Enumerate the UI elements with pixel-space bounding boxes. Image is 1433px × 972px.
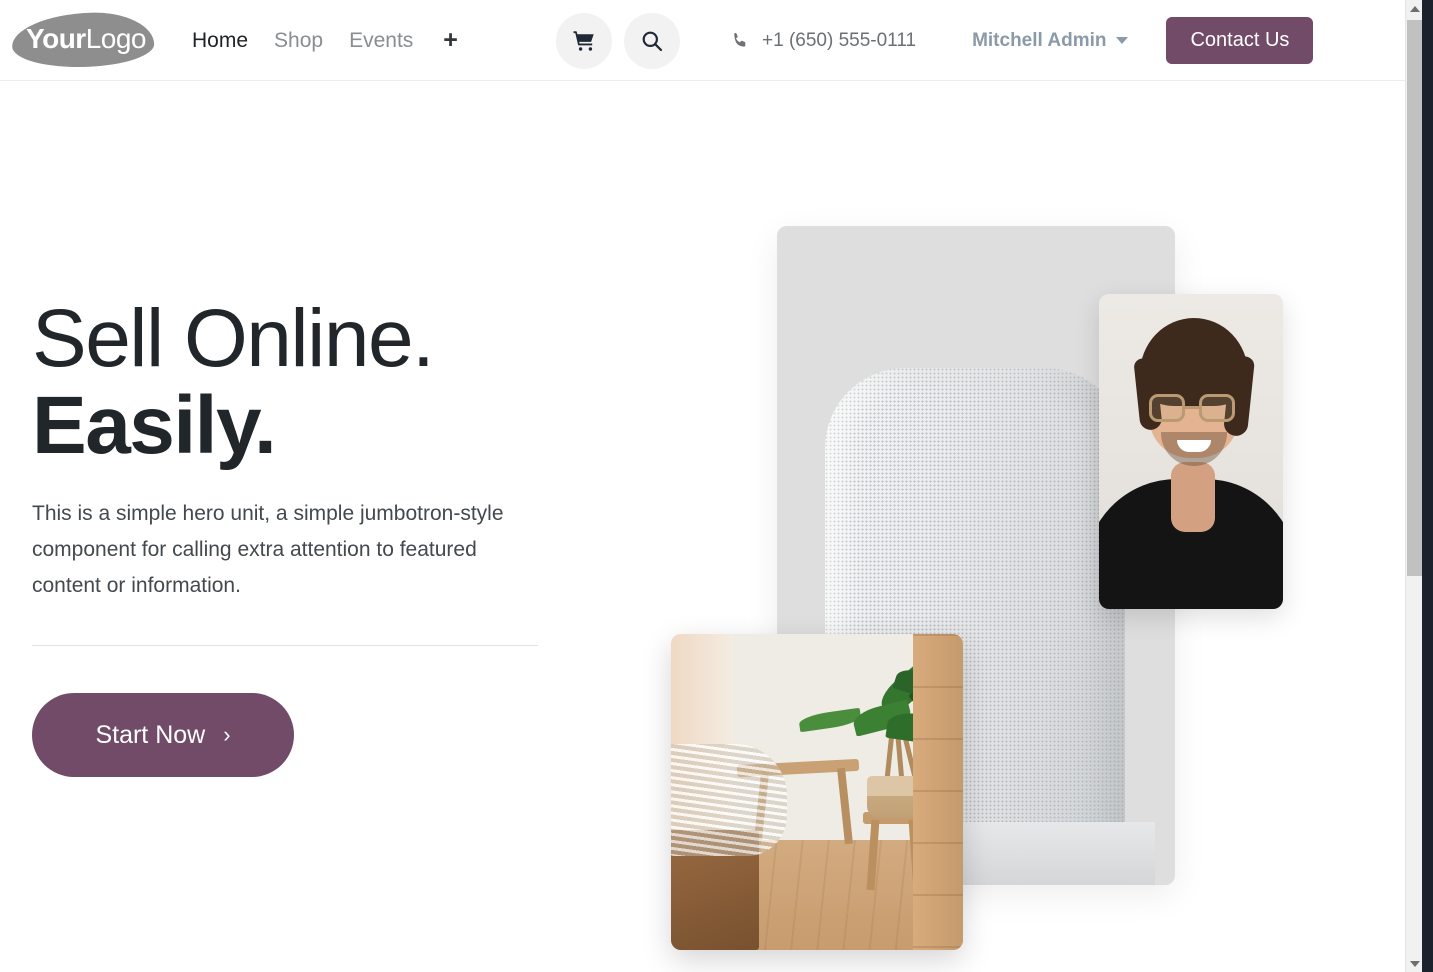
main-navigation: Home Shop Events + xyxy=(192,0,458,81)
start-now-button[interactable]: Start Now › xyxy=(32,693,294,777)
portrait-glasses-left xyxy=(1149,394,1185,422)
portrait-neck xyxy=(1171,462,1215,532)
logo-text-primary: Your xyxy=(26,23,86,54)
bedroom-wood-panel xyxy=(913,634,963,950)
vertical-scrollbar[interactable] xyxy=(1405,0,1423,972)
phone-icon xyxy=(730,31,750,51)
nav-item-shop[interactable]: Shop xyxy=(274,30,323,51)
phone-link[interactable]: +1 (650) 555-0111 xyxy=(730,30,916,52)
scroll-up-button[interactable] xyxy=(1406,0,1423,17)
hero-heading-line-2: Easily. xyxy=(32,379,277,471)
nav-item-home[interactable]: Home xyxy=(192,30,248,51)
add-page-button[interactable]: + xyxy=(443,28,458,53)
contact-us-button[interactable]: Contact Us xyxy=(1166,17,1314,64)
cart-button[interactable] xyxy=(556,12,612,69)
chevron-down-icon xyxy=(1116,37,1129,44)
scroll-down-arrow-icon xyxy=(1409,960,1420,967)
hero-paragraph: This is a simple hero unit, a simple jum… xyxy=(32,501,504,598)
portrait-glasses-bridge xyxy=(1185,406,1199,409)
window-right-edge xyxy=(1422,0,1433,972)
bedroom-interior-image[interactable] xyxy=(671,634,963,950)
nav-item-events[interactable]: Events xyxy=(349,30,413,51)
person-portrait-image[interactable] xyxy=(1099,294,1283,609)
header-right-cluster: +1 (650) 555-0111 Mitchell Admin Contact… xyxy=(556,0,1314,81)
start-now-label: Start Now xyxy=(95,720,206,749)
search-button[interactable] xyxy=(624,12,680,69)
phone-number: +1 (650) 555-0111 xyxy=(762,29,917,51)
website-page: YourLogo Home Shop Events + +1 (650) 555… xyxy=(0,0,1405,972)
hero-heading-line-1: Sell Online. xyxy=(32,293,435,384)
hero-divider xyxy=(32,645,538,646)
logo-text: YourLogo xyxy=(26,23,147,54)
shopping-cart-icon xyxy=(572,29,596,53)
scroll-down-button[interactable] xyxy=(1406,955,1423,972)
logo-text-secondary: Logo xyxy=(85,23,147,54)
scroll-up-arrow-icon xyxy=(1409,5,1420,12)
bedroom-duvet xyxy=(671,744,787,856)
user-name-label: Mitchell Admin xyxy=(972,29,1107,51)
chevron-right-icon: › xyxy=(223,722,231,747)
scrollbar-thumb[interactable] xyxy=(1407,20,1423,576)
browser-viewport: YourLogo Home Shop Events + +1 (650) 555… xyxy=(0,0,1433,972)
hero-heading: Sell Online. Easily. xyxy=(32,293,552,471)
user-menu[interactable]: Mitchell Admin xyxy=(972,29,1129,52)
hero-text-block: Sell Online. Easily. This is a simple he… xyxy=(32,293,552,604)
search-icon xyxy=(640,29,664,53)
site-logo[interactable]: YourLogo xyxy=(11,9,155,71)
bedroom-plant-pot xyxy=(867,776,919,818)
portrait-glasses-right xyxy=(1199,394,1235,422)
site-header: YourLogo Home Shop Events + +1 (650) 555… xyxy=(0,0,1405,81)
